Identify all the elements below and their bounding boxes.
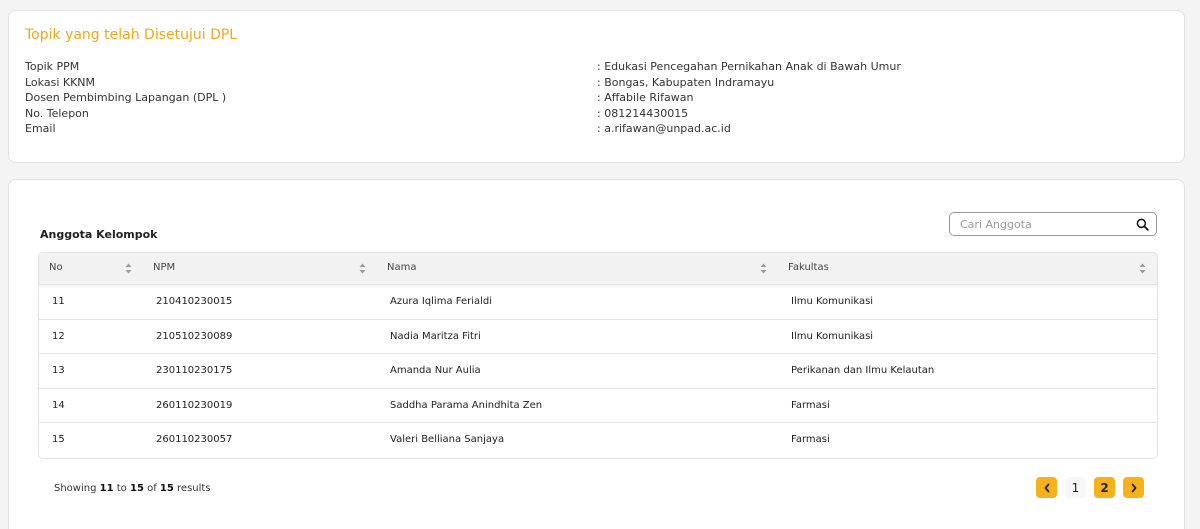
cell-fakultas: Ilmu Komunikasi (791, 330, 874, 342)
member-search-box (949, 212, 1157, 236)
cell-npm: 260110230019 (156, 399, 233, 411)
page-button-2-active[interactable]: 2 (1094, 477, 1115, 498)
column-header-fakultas[interactable]: Fakultas (778, 253, 1157, 284)
info-label: Dosen Pembimbing Lapangan (DPL ) (25, 91, 227, 104)
topic-info-list: Topik PPM : Edukasi Pencegahan Pernikaha… (25, 59, 1165, 137)
info-value: : Bongas, Kabupaten Indramayu (597, 75, 775, 89)
topic-info-card: Topik yang telah Disetujui DPL Topik PPM… (8, 10, 1185, 163)
showing-total: 15 (159, 483, 174, 494)
info-label: Lokasi KKNM (25, 75, 96, 89)
info-row-topic: Topik PPM : Edukasi Pencegahan Pernikaha… (25, 59, 1165, 75)
table-row: 15 260110230057 Valeri Belliana Sanjaya … (39, 423, 1157, 458)
cell-nama: Valeri Belliana Sanjaya (390, 434, 505, 445)
sort-icon[interactable] (359, 263, 366, 274)
info-value: : Edukasi Pencegahan Pernikahan Anak di … (597, 60, 901, 73)
member-search-input[interactable] (950, 213, 1130, 235)
info-value: : a.rifawan@unpad.ac.id (597, 122, 731, 135)
column-header-label: Fakultas (788, 262, 829, 273)
showing-prefix: Showing (54, 483, 97, 494)
table-row: 11 210410230015 Azura Iqlima Ferialdi Il… (39, 285, 1157, 320)
pagination: 1 2 (1036, 477, 1144, 498)
info-label: Email (25, 122, 56, 135)
info-value: : Affabile Rifawan (597, 91, 694, 104)
cell-nama: Nadia Maritza Fitri (390, 330, 481, 342)
cell-no: 13 (52, 365, 65, 376)
table-row: 13 230110230175 Amanda Nur Aulia Perikan… (39, 354, 1157, 389)
column-header-label: NPM (153, 262, 176, 273)
search-icon[interactable] (1136, 218, 1149, 231)
info-row-email: Email : a.rifawan@unpad.ac.id (25, 121, 1165, 137)
cell-nama: Azura Iqlima Ferialdi (390, 296, 493, 307)
cell-no: 14 (52, 399, 65, 411)
chevron-right-icon (1131, 483, 1136, 492)
cell-nama: Saddha Parama Anindhita Zen (390, 399, 543, 411)
table-row: 12 210510230089 Nadia Maritza Fitri Ilmu… (39, 320, 1157, 354)
cell-nama: Amanda Nur Aulia (390, 365, 481, 376)
info-row-supervisor: Dosen Pembimbing Lapangan (DPL ) : Affab… (25, 90, 1165, 106)
info-label: Topik PPM (25, 60, 80, 73)
topic-info-title: Topik yang telah Disetujui DPL (25, 27, 238, 43)
members-table: No NPM Nama Fakultas 11 210410230015 Azu… (38, 252, 1158, 459)
column-header-no[interactable]: No (39, 253, 143, 284)
table-row: 14 260110230019 Saddha Parama Anindhita … (39, 389, 1157, 423)
info-row-location: Lokasi KKNM : Bongas, Kabupaten Indramay… (25, 75, 1165, 91)
showing-from: 11 (99, 483, 114, 494)
column-header-label: Nama (387, 262, 417, 273)
cell-fakultas: Perikanan dan Ilmu Kelautan (791, 365, 935, 376)
chevron-left-icon (1044, 483, 1049, 492)
cell-fakultas: Farmasi (791, 434, 830, 445)
info-row-phone: No. Telepon : 081214430015 (25, 106, 1165, 122)
showing-results-word: results (177, 483, 211, 494)
sort-icon[interactable] (1139, 263, 1146, 274)
cell-no: 11 (52, 296, 65, 307)
cell-no: 15 (52, 434, 65, 445)
cell-fakultas: Farmasi (791, 399, 830, 411)
prev-page-button[interactable] (1036, 477, 1057, 498)
cell-npm: 210410230015 (156, 296, 233, 307)
members-title: Anggota Kelompok (40, 228, 158, 241)
group-members-card: Anggota Kelompok No NPM Nama Fakultas (8, 179, 1185, 529)
showing-to: 15 (129, 483, 144, 494)
page-button-1[interactable]: 1 (1065, 477, 1086, 498)
next-page-button[interactable] (1123, 477, 1144, 498)
column-header-nama[interactable]: Nama (377, 253, 778, 284)
column-header-label: No (49, 262, 63, 273)
cell-npm: 210510230089 (156, 330, 233, 342)
table-header: No NPM Nama Fakultas (39, 253, 1157, 285)
showing-of-word: of (147, 483, 157, 494)
column-header-npm[interactable]: NPM (143, 253, 377, 284)
sort-icon[interactable] (760, 263, 767, 274)
showing-to-word: to (116, 483, 127, 494)
cell-npm: 230110230175 (156, 365, 233, 376)
cell-fakultas: Ilmu Komunikasi (791, 296, 874, 307)
info-value: : 081214430015 (597, 106, 689, 120)
info-label: No. Telepon (25, 106, 89, 120)
results-summary: Showing 11 to 15 of 15 results (54, 483, 211, 494)
cell-npm: 260110230057 (156, 434, 233, 445)
cell-no: 12 (52, 330, 65, 342)
sort-icon[interactable] (125, 263, 132, 274)
